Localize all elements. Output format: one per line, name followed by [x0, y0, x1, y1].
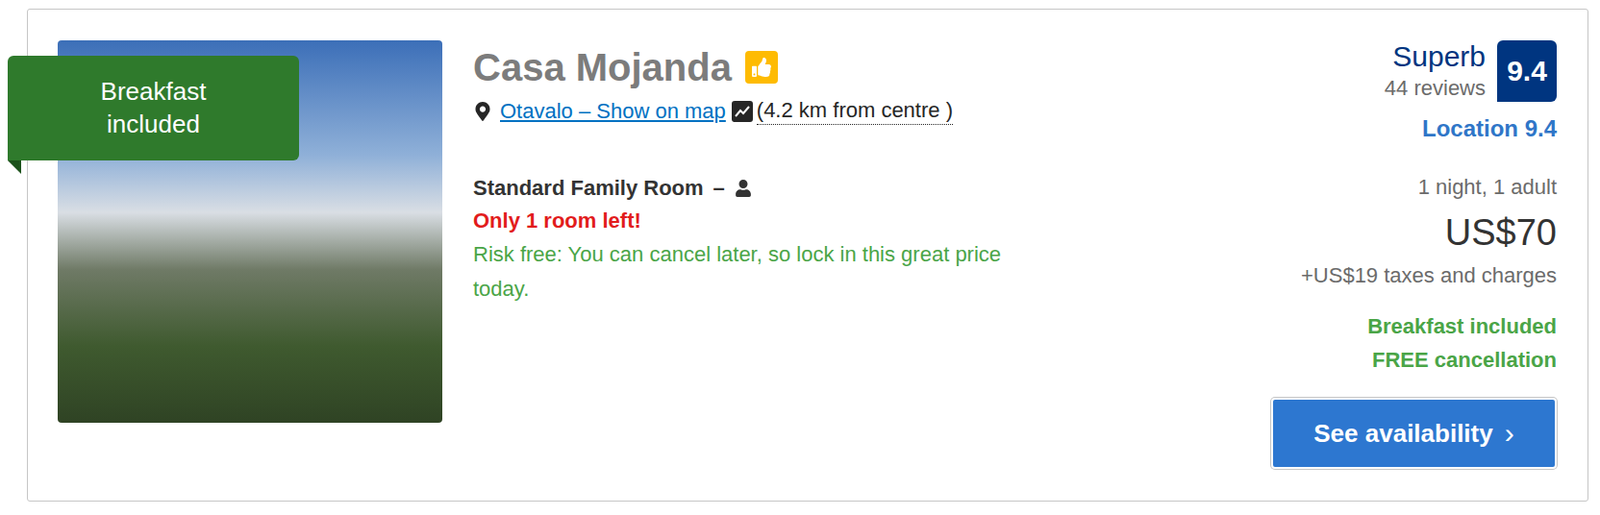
perk: FREE cancellation: [1372, 347, 1557, 375]
rating-text: Superb44 reviews: [1384, 40, 1486, 102]
rating[interactable]: Superb44 reviews9.4: [1384, 40, 1557, 102]
hotel-card: Breakfast included Casa Mojanda Otavalo – …: [26, 8, 1589, 502]
risk-free-note: Risk free: You can cancel later, so lock…: [473, 237, 1050, 307]
location-row: Otavalo – Show on map (4.2 km from centre…: [473, 97, 1252, 125]
perk: Breakfast included: [1367, 313, 1557, 341]
map-icon[interactable]: [731, 100, 753, 123]
person-icon: [734, 179, 752, 198]
separator: –: [713, 172, 725, 205]
show-on-map-link[interactable]: Otavalo – Show on map: [500, 98, 726, 125]
price-column: Superb44 reviews9.4Location 9.41 night, …: [1271, 40, 1557, 470]
room-row: Standard Family Room–: [473, 172, 1252, 205]
room-name: Standard Family Room: [473, 172, 704, 205]
see-availability-button[interactable]: See availability›: [1271, 398, 1557, 470]
hotel-details: Casa Mojanda Otavalo – Show on map (4.2 km…: [473, 40, 1252, 307]
stay-info: 1 night, 1 adult: [1418, 174, 1557, 201]
scarcity: Only 1 room left!: [473, 204, 1252, 238]
taxes: +US$19 taxes and charges: [1300, 262, 1557, 290]
score-badge: 9.4: [1497, 40, 1557, 102]
distance: (4.2 km from centre ): [756, 97, 953, 125]
title-row: Casa Mojanda: [473, 46, 1252, 89]
hotel-name[interactable]: Casa Mojanda: [473, 46, 732, 89]
rating-label: Superb: [1392, 40, 1486, 74]
location-score: Location 9.4: [1422, 115, 1557, 143]
map-pin-icon: [473, 101, 493, 122]
price: US$70: [1445, 211, 1557, 254]
breakfast-ribbon: Breakfast included: [7, 55, 300, 161]
chevron-icon: ›: [1504, 417, 1515, 450]
thumbs-up-icon: [745, 50, 778, 84]
review-count: 44 reviews: [1384, 75, 1486, 102]
